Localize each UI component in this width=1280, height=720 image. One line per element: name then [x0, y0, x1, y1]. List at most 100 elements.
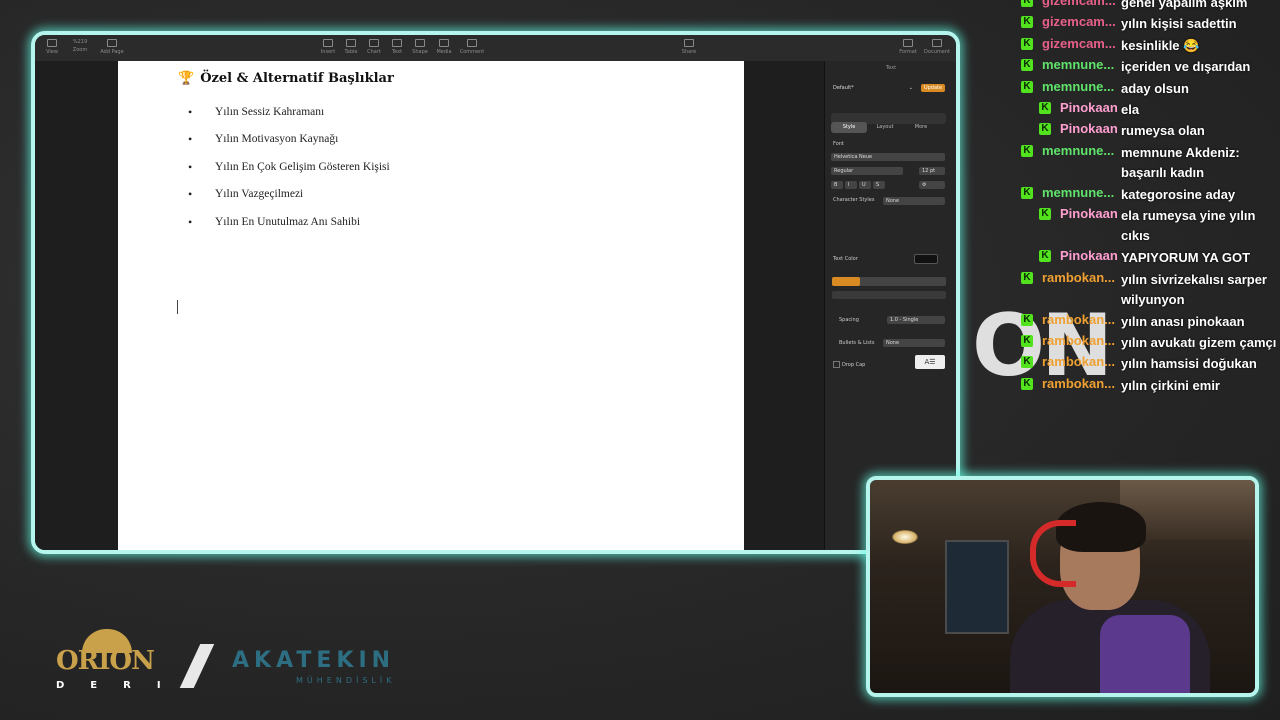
tab-style[interactable]: Style	[831, 122, 867, 133]
list-item[interactable]: • Yılın En Çok Gelişim Gösteren Kişisi	[188, 159, 390, 188]
kick-badge-icon: K	[1021, 271, 1033, 284]
chat-message: K Pinokaan ela	[1016, 98, 1280, 119]
bold-button[interactable]: B	[831, 181, 843, 189]
chat-username[interactable]: memnune...	[1042, 79, 1114, 94]
chat-message-text: yılın çirkini emir	[1121, 377, 1220, 393]
streamer	[1010, 502, 1210, 693]
toolbar-view-button[interactable]: View	[39, 39, 65, 55]
chat-username[interactable]: gizemcam...	[1042, 36, 1116, 51]
webcam-feed	[866, 476, 1259, 697]
underline-button[interactable]: U	[859, 181, 871, 189]
chat-message-text: yılın anası pinokaan	[1121, 313, 1245, 329]
drop-cap-style-picker[interactable]: A☰	[915, 355, 945, 369]
chevron-down-icon: ⌄	[908, 85, 913, 91]
bullet-icon: •	[188, 132, 193, 147]
chat-message-text: yılın hamsisi doğukan	[1121, 356, 1257, 372]
kick-badge-icon: K	[1021, 186, 1033, 199]
kick-badge-icon: K	[1021, 0, 1033, 7]
toolbar-add-page-button[interactable]: Add Page	[97, 39, 127, 55]
chat-message: K Pinokaan YAPIYORUM YA GOT	[1016, 246, 1280, 267]
toolbar-shape-button[interactable]: Shape	[407, 39, 433, 55]
chat-message: K Pinokaan ela rumeysa yine yılın cıkıs	[1016, 204, 1280, 246]
chat-username[interactable]: Pinokaan	[1060, 206, 1118, 221]
chat-username[interactable]: rambokan...	[1042, 312, 1115, 327]
chat-message: Kmemnune... kategorosine aday	[1016, 183, 1280, 204]
tab-layout[interactable]: Layout	[867, 122, 903, 133]
kick-badge-icon: K	[1021, 356, 1033, 369]
chat-message: Kmemnune... aday olsun	[1016, 77, 1280, 98]
orion-deri-logo: ORION DERI	[52, 626, 162, 696]
font-family-select[interactable]: Helvetica Neue	[831, 153, 945, 161]
chat-username[interactable]: memnune...	[1042, 57, 1114, 72]
toolbar-format-button[interactable]: Format	[895, 39, 921, 55]
chat-message-text: yılın kişisi sadettin	[1121, 16, 1237, 32]
chat-username[interactable]: gizemcam...	[1042, 0, 1116, 8]
trophy-icon: 🏆	[178, 71, 195, 86]
indent-buttons[interactable]	[832, 291, 946, 299]
toolbar-document-button[interactable]: Document	[921, 39, 953, 55]
chat-message-text: rumeysa olan	[1121, 123, 1205, 139]
chat-message-text: YAPIYORUM YA GOT	[1121, 250, 1251, 266]
kick-badge-icon: K	[1021, 59, 1033, 72]
strikethrough-button[interactable]: S	[873, 181, 885, 189]
chat-username[interactable]: rambokan...	[1042, 354, 1115, 369]
tab-more[interactable]: More	[903, 122, 939, 133]
text-icon	[392, 39, 402, 47]
chat-message: K Pinokaan rumeysa olan	[1016, 119, 1280, 140]
gear-icon: ⚙	[922, 182, 927, 188]
text-options-button[interactable]: ⚙	[919, 181, 945, 189]
chat-message-text: ela rumeysa yine yılın cıkıs	[1121, 208, 1256, 244]
italic-button[interactable]: I	[845, 181, 857, 189]
alignment-buttons[interactable]	[832, 277, 946, 286]
bullet-icon: •	[188, 159, 193, 174]
chat-username[interactable]: memnune...	[1042, 143, 1114, 158]
sidebar-icon	[47, 39, 57, 47]
drop-cap-checkbox[interactable]	[833, 361, 840, 368]
spacing-label[interactable]: Spacing	[839, 317, 859, 323]
chat-username[interactable]: Pinokaan	[1060, 248, 1118, 263]
font-weight-select[interactable]: Regular	[831, 167, 903, 175]
chat-panel: Kgizemcam... genel yapalım aşkım Kgizemcam…	[1016, 0, 1280, 395]
comment-icon	[467, 39, 477, 47]
chat-username[interactable]: Pinokaan	[1060, 121, 1118, 136]
font-size-stepper[interactable]: 12 pt	[919, 167, 945, 175]
paragraph-style-select[interactable]: Default* ⌄	[831, 83, 913, 93]
bullet-icon: •	[188, 105, 193, 119]
add-page-icon	[107, 39, 117, 47]
list-item[interactable]: • Yılın Vazgeçilmezi	[188, 187, 390, 215]
kick-badge-icon: K	[1039, 208, 1051, 221]
bullets-lists-label[interactable]: Bullets & Lists	[839, 340, 874, 346]
document-heading[interactable]: 🏆 Özel & Alternatif Başlıklar	[178, 71, 394, 86]
character-styles-select[interactable]: None	[883, 197, 945, 205]
inspector-tabs: Style Layout More	[831, 113, 946, 133]
kick-badge-icon: K	[1021, 377, 1033, 390]
chat-username[interactable]: rambokan...	[1042, 333, 1115, 348]
text-color-swatch[interactable]	[914, 254, 938, 264]
list-item[interactable]: • Yılın Motivasyon Kaynağı	[188, 132, 390, 160]
chat-message: Krambokan... yılın hamsisi doğukan	[1016, 352, 1280, 373]
chat-username[interactable]: rambokan...	[1042, 270, 1115, 285]
document-page[interactable]: 🏆 Özel & Alternatif Başlıklar • Yılın Sess…	[118, 61, 744, 550]
inspector-title: Text	[885, 65, 897, 71]
update-style-button[interactable]: Update	[921, 84, 945, 92]
chat-message-text: memnune Akdeniz: başarılı kadın	[1121, 144, 1240, 180]
shape-icon	[415, 39, 425, 47]
chat-message: Krambokan... yılın anası pinokaan	[1016, 310, 1280, 331]
chat-username[interactable]: rambokan...	[1042, 376, 1115, 391]
list-item[interactable]: • Yılın En Unutulmaz Anı Sahibi	[188, 215, 390, 243]
toolbar-comment-button[interactable]: Comment	[457, 39, 487, 55]
chat-username[interactable]: Pinokaan	[1060, 100, 1118, 115]
chat-username[interactable]: memnune...	[1042, 185, 1114, 200]
format-icon	[903, 39, 913, 47]
bullets-lists-select[interactable]: None	[883, 339, 945, 347]
toolbar-media-button[interactable]: Media	[431, 39, 457, 55]
list-item[interactable]: • Yılın Sessiz Kahramanı	[188, 105, 390, 133]
align-left-button[interactable]	[832, 277, 860, 286]
toolbar-zoom-button[interactable]: %219 Zoom	[67, 39, 93, 53]
font-section-label: Font	[833, 141, 844, 147]
chat-message: Kmemnune... içeriden ve dışarıdan	[1016, 55, 1280, 76]
chat-username[interactable]: gizemcam...	[1042, 14, 1116, 29]
toolbar-share-button[interactable]: Share	[676, 39, 702, 55]
chat-message-text: ela	[1121, 101, 1140, 117]
spacing-select[interactable]: 1.0 - Single	[887, 316, 945, 324]
